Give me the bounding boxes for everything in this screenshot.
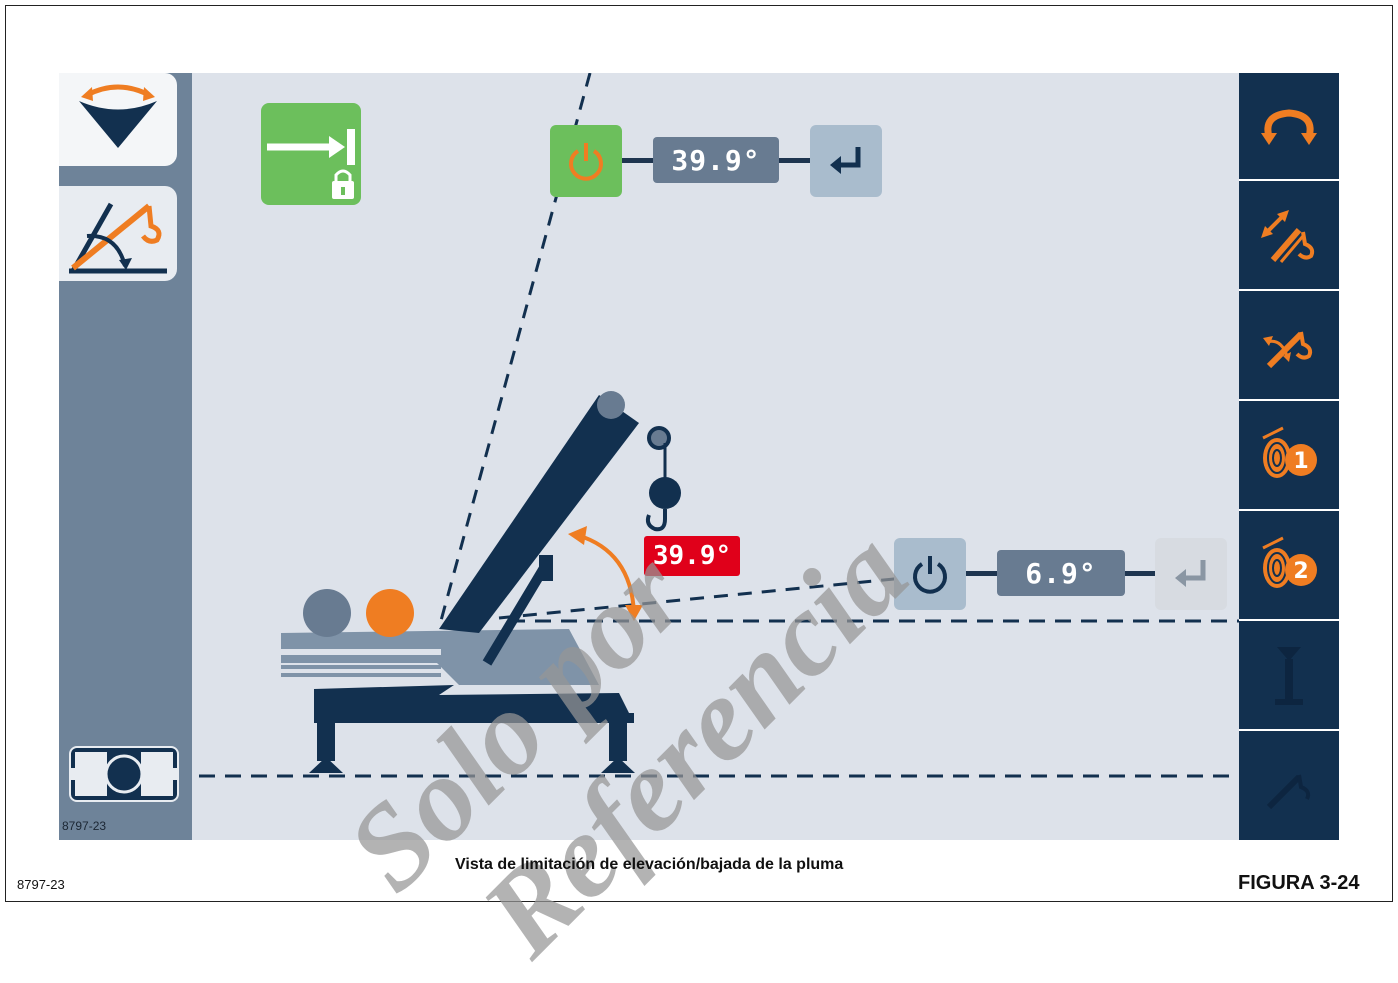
winch-1-icon: 1 [1262,426,1317,478]
winch-2-icon: 2 [1262,536,1317,588]
crane-graphic [281,391,681,773]
height-limit-button[interactable] [1239,623,1339,731]
figure-caption: Vista de limitación de elevación/bajada … [455,856,844,873]
enter-icon [1175,560,1206,587]
connector [622,158,654,163]
lower-limit-power-button[interactable] [894,538,966,610]
height-limit-icon [1275,647,1303,705]
winch-number-label: 1 [1293,449,1308,474]
telescope-limit-icon [1261,210,1315,263]
connector [1125,571,1157,576]
current-boom-angle: 39.9° [644,536,740,576]
enter-icon [830,147,861,174]
upper-limit-value[interactable]: 39.9° [653,137,779,183]
boom-elevation-limit-icon [1263,331,1313,369]
radius-limit-button[interactable] [1239,733,1339,840]
power-icon [913,556,947,594]
swing-limit-button[interactable] [1239,73,1339,181]
winch-1-button[interactable]: 1 [1239,403,1339,511]
lower-limit-line [498,574,925,620]
radius-limit-icon [1266,774,1311,810]
boom-elevation-view [199,73,1239,778]
telescope-limit-button[interactable] [1239,183,1339,291]
lower-limit-enter-button[interactable] [1155,538,1227,610]
connector [966,571,998,576]
wall-lock-icon [267,129,355,199]
right-sidebar: 1 2 [1239,73,1339,840]
upper-limit-enter-button[interactable] [810,125,882,197]
winch-number-label: 2 [1293,559,1308,584]
winch-2-button[interactable]: 2 [1239,513,1339,621]
bottom-code: 8797-23 [17,877,65,892]
upper-limit-power-button[interactable] [550,125,622,197]
lower-limit-value[interactable]: 6.9° [997,550,1125,596]
figure-label: FIGURA 3-24 [1238,872,1360,894]
power-icon [569,143,603,181]
swing-limit-icon [1261,109,1317,145]
connector [779,158,811,163]
wall-lock-badge[interactable] [261,103,361,205]
boom-elevation-limit-button[interactable] [1239,293,1339,401]
crane-display-screen: 8797-23 39.9° 39.9° 6.9° 1 2 [59,73,1339,840]
